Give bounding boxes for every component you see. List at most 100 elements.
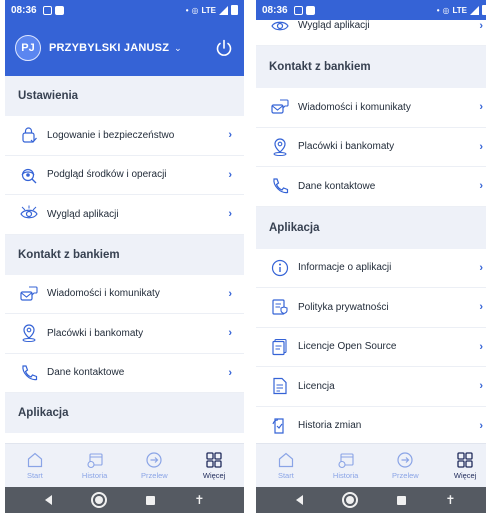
menu-item-wiadomosci[interactable]: Wiadomości i komunikaty › bbox=[256, 88, 486, 128]
location-pin-icon bbox=[19, 323, 39, 343]
menu-item-wyglad[interactable]: Wygląd aplikacji › bbox=[5, 195, 244, 235]
home-button-icon[interactable] bbox=[341, 492, 358, 508]
location-pin-icon bbox=[270, 137, 290, 157]
menu-item-label: Logowanie i bezpieczeństwo bbox=[47, 129, 175, 141]
transfer-arrow-icon bbox=[396, 451, 414, 469]
gallery-notification-icon bbox=[293, 5, 303, 15]
menu-item-placowki[interactable]: Placówki i bankomaty › bbox=[256, 127, 486, 167]
back-icon[interactable] bbox=[295, 495, 303, 505]
menu-item-logowanie[interactable]: Logowanie i bezpieczeństwo › bbox=[5, 116, 244, 156]
right-screen: Wygląd aplikacji › Kontakt z bankiem Wia… bbox=[256, 0, 486, 513]
menu-item-licencja[interactable]: Licencja › bbox=[256, 367, 486, 407]
hotspot-icon: ◎ bbox=[191, 5, 199, 15]
bottom-nav: Start Historia Przelew Więcej bbox=[5, 443, 244, 487]
menu-item-label: Licencje Open Source bbox=[298, 341, 397, 353]
chevron-right-icon: › bbox=[479, 301, 483, 314]
nav-label: Przelew bbox=[392, 471, 419, 480]
home-icon bbox=[26, 451, 44, 469]
chevron-right-icon: › bbox=[479, 19, 483, 32]
logout-power-icon[interactable] bbox=[214, 38, 234, 58]
nav-historia[interactable]: Historia bbox=[316, 444, 376, 487]
menu-item-podglad[interactable]: Podgląd środków i operacji › bbox=[5, 155, 244, 195]
menu-item-label: Wiadomości i komunikaty bbox=[298, 101, 411, 113]
dot-icon: • bbox=[436, 5, 440, 15]
nav-label: Więcej bbox=[202, 471, 226, 480]
chevron-right-icon: › bbox=[479, 340, 483, 353]
menu-item-label: Podgląd środków i operacji bbox=[47, 169, 167, 181]
user-header: PJ PRZYBYLSKI JANUSZ ⌄ bbox=[5, 20, 244, 76]
menu-item-placowki[interactable]: Placówki i bankomaty › bbox=[5, 314, 244, 354]
signal-icon bbox=[219, 5, 228, 15]
history-calendar-icon bbox=[337, 451, 355, 469]
section-ustawienia: Ustawienia bbox=[5, 76, 244, 116]
more-grid-icon bbox=[456, 451, 474, 469]
accessibility-icon[interactable]: ✝ bbox=[194, 493, 204, 507]
nav-start[interactable]: Start bbox=[5, 444, 65, 487]
menu-item-informacje[interactable]: Informacje o aplikacji › bbox=[256, 248, 486, 288]
nav-wiecej[interactable]: Więcej bbox=[435, 444, 486, 487]
nav-historia[interactable]: Historia bbox=[65, 444, 125, 487]
chevron-right-icon: › bbox=[228, 287, 232, 300]
section-kontakt: Kontakt z bankiem bbox=[5, 234, 244, 275]
app-notification-icon bbox=[305, 5, 315, 15]
phone-contact-icon bbox=[270, 176, 290, 196]
menu-item-licencje-os[interactable]: Licencje Open Source › bbox=[256, 327, 486, 367]
accessibility-icon[interactable]: ✝ bbox=[445, 493, 455, 507]
back-icon[interactable] bbox=[44, 495, 52, 505]
chevron-right-icon: › bbox=[479, 140, 483, 153]
chevron-right-icon: › bbox=[479, 101, 483, 114]
menu-list-scrolled: Wygląd aplikacji › Kontakt z bankiem Wia… bbox=[256, 6, 486, 446]
menu-item-label: Licencja bbox=[298, 380, 335, 392]
status-bar: 08:36 • ◎ LTE bbox=[5, 0, 244, 20]
nav-label: Start bbox=[277, 471, 294, 480]
menu-item-label: Dane kontaktowe bbox=[298, 180, 376, 192]
open-source-license-icon bbox=[270, 337, 290, 357]
menu-item-label: Dane kontaktowe bbox=[47, 367, 125, 379]
menu-item-wiadomosci[interactable]: Wiadomości i komunikaty › bbox=[5, 274, 244, 314]
nav-label: Historia bbox=[81, 471, 108, 480]
signal-icon bbox=[470, 5, 479, 15]
nav-label: Start bbox=[26, 471, 43, 480]
section-aplikacja: Aplikacja bbox=[256, 206, 486, 249]
nav-przelew[interactable]: Przelew bbox=[125, 444, 185, 487]
menu-item-polityka[interactable]: Polityka prywatności › bbox=[256, 288, 486, 328]
android-nav-bar: ✝ bbox=[5, 487, 244, 513]
nav-wiecej[interactable]: Więcej bbox=[184, 444, 244, 487]
preview-eye-icon bbox=[19, 165, 39, 185]
license-document-icon bbox=[270, 376, 290, 396]
home-button-icon[interactable] bbox=[90, 492, 107, 508]
menu-item-historia-zmian[interactable]: Historia zmian › bbox=[256, 406, 486, 446]
history-calendar-icon bbox=[86, 451, 104, 469]
nav-start[interactable]: Start bbox=[256, 444, 316, 487]
messages-icon bbox=[270, 97, 290, 117]
chevron-down-icon[interactable]: ⌄ bbox=[174, 43, 182, 54]
chevron-right-icon: › bbox=[479, 261, 483, 274]
menu-item-dane[interactable]: Dane kontaktowe › bbox=[256, 167, 486, 207]
status-bar: 08:36 • ◎ LTE bbox=[256, 0, 486, 20]
user-name[interactable]: PRZYBYLSKI JANUSZ bbox=[49, 42, 169, 54]
menu-item-label: Wiadomości i komunikaty bbox=[47, 288, 160, 300]
app-notification-icon bbox=[54, 5, 64, 15]
gallery-notification-icon bbox=[42, 5, 52, 15]
status-time: 08:36 bbox=[11, 4, 37, 16]
menu-item-dane[interactable]: Dane kontaktowe › bbox=[5, 353, 244, 393]
chevron-right-icon: › bbox=[228, 208, 232, 221]
chevron-right-icon: › bbox=[479, 380, 483, 393]
status-time: 08:36 bbox=[262, 4, 288, 16]
recents-icon[interactable] bbox=[146, 495, 156, 505]
menu-item-label: Placówki i bankomaty bbox=[47, 327, 144, 339]
battery-icon bbox=[231, 5, 238, 15]
battery-icon bbox=[482, 5, 486, 15]
hotspot-icon: ◎ bbox=[442, 5, 450, 15]
menu-item-label: Wygląd aplikacji bbox=[47, 208, 119, 220]
more-grid-icon bbox=[205, 451, 223, 469]
dot-icon: • bbox=[185, 5, 189, 15]
chevron-right-icon: › bbox=[228, 168, 232, 181]
nav-przelew[interactable]: Przelew bbox=[376, 444, 436, 487]
menu-item-label: Wygląd aplikacji bbox=[298, 20, 370, 31]
menu-item-label: Placówki i bankomaty bbox=[298, 141, 395, 153]
avatar[interactable]: PJ bbox=[15, 35, 41, 61]
home-icon bbox=[277, 451, 295, 469]
appearance-eye-icon bbox=[19, 204, 39, 224]
recents-icon[interactable] bbox=[397, 495, 407, 505]
